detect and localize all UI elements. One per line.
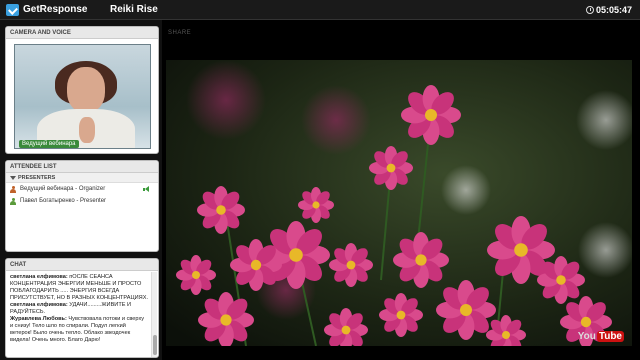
cosmos-flower <box>197 186 245 234</box>
attendee-item-presenter[interactable]: Павел Богатыренко - Presenter <box>6 195 158 207</box>
cosmos-flower <box>176 255 216 295</box>
cosmos-flower <box>329 242 373 288</box>
brand-name: GetResponse <box>23 4 88 15</box>
organizer-person-icon <box>10 186 16 193</box>
youtube-logo-tube: Tube <box>596 331 624 342</box>
cosmos-flower <box>537 255 585 305</box>
top-bar: GetResponse Reiki Rise 05:05:47 <box>0 0 640 20</box>
presenter-video[interactable]: Ведущий вебинара <box>14 44 151 149</box>
sidebar: CAMERA AND VOICE Ведущий вебинара ATTEND… <box>0 20 162 360</box>
chat-author: Журавлева Любовь: <box>10 316 67 322</box>
shared-video[interactable]: You Tube <box>166 60 632 346</box>
presenters-group-label: PRESENTERS <box>18 175 56 181</box>
presenter-face <box>67 67 105 113</box>
chat-panel-header: CHAT <box>6 259 158 271</box>
chat-message: Журавлева Любовь: Чувствовала потоки и с… <box>10 316 148 344</box>
camera-panel-header: CAMERA AND VOICE <box>6 27 158 39</box>
cosmos-flower <box>379 292 423 338</box>
cosmos-flower <box>401 85 461 145</box>
presenter-hands <box>79 117 95 143</box>
stage: SHARE You Tube <box>162 20 640 360</box>
chat-author: светлана елфимова: <box>10 302 68 308</box>
chevron-down-icon <box>10 175 16 180</box>
presenter-name-tag: Ведущий вебинара <box>19 140 79 148</box>
attendee-name: Ведущий вебинара - Organizer <box>20 186 106 192</box>
clock-icon <box>586 6 594 14</box>
webinar-title: Reiki Rise <box>110 4 158 15</box>
cosmos-flower <box>230 238 282 292</box>
presenters-group-toggle[interactable]: PRESENTERS <box>6 173 158 183</box>
presenter-person-icon <box>10 198 16 205</box>
chat-message: светлана елфимова: УДАЧИ.........ЖИВИТЕ … <box>10 302 148 316</box>
attendee-item-organizer[interactable]: Ведущий вебинара - Organizer <box>6 183 158 195</box>
youtube-logo-icon: You Tube <box>578 331 624 342</box>
chat-scrollbar-thumb[interactable] <box>153 335 157 355</box>
speaker-icon[interactable] <box>143 186 150 193</box>
share-label: SHARE <box>168 30 192 36</box>
attendee-name: Павел Богатыренко - Presenter <box>20 198 107 204</box>
chat-message: светлана елфимова: пОСЛЕ СЕАНСА КОНЦЕНТР… <box>10 274 148 302</box>
chat-panel: CHAT светлана елфимова: пОСЛЕ СЕАНСА КОН… <box>5 258 159 358</box>
camera-panel: CAMERA AND VOICE Ведущий вебинара <box>5 26 159 154</box>
attendee-panel-header: ATTENDEE LIST <box>6 161 158 173</box>
cosmos-flower <box>393 232 449 288</box>
getresponse-logo-icon <box>6 4 19 16</box>
video-frame-flowers <box>166 60 632 346</box>
cosmos-flower <box>436 280 496 340</box>
youtube-logo-you: You <box>577 331 596 342</box>
chat-messages[interactable]: светлана елфимова: пОСЛЕ СЕАНСА КОНЦЕНТР… <box>6 271 152 357</box>
cosmos-flower <box>198 292 254 346</box>
cosmos-flower <box>369 145 413 191</box>
chat-scrollbar[interactable] <box>151 272 157 357</box>
chat-author: светлана елфимова: <box>10 274 68 280</box>
attendee-panel: ATTENDEE LIST PRESENTERS Ведущий вебинар… <box>5 160 159 252</box>
session-timer: 05:05:47 <box>596 5 633 15</box>
cosmos-flower <box>298 187 334 223</box>
